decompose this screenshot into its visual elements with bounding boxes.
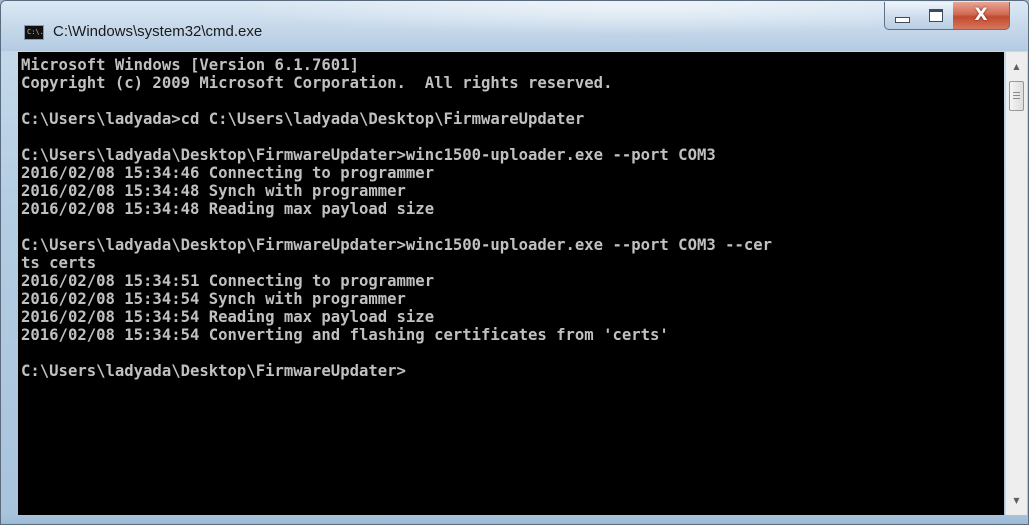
console-line: 2016/02/08 15:34:54 Reading max payload … <box>21 308 435 326</box>
console-line: ts certs <box>21 254 97 272</box>
scroll-down-arrow-icon[interactable]: ▼ <box>1006 492 1027 509</box>
console-line: 2016/02/08 15:34:51 Connecting to progra… <box>21 272 435 290</box>
vertical-scrollbar[interactable]: ▲ ▼ <box>1005 52 1027 515</box>
close-icon: X <box>974 5 988 25</box>
console-line: 2016/02/08 15:34:48 Synch with programme… <box>21 182 406 200</box>
console-line: 2016/02/08 15:34:46 Connecting to progra… <box>21 164 435 182</box>
console-line: 2016/02/08 15:34:54 Synch with programme… <box>21 290 406 308</box>
console-line: C:\Users\ladyada>cd C:\Users\ladyada\Des… <box>21 110 585 128</box>
scroll-up-arrow-icon[interactable]: ▲ <box>1006 58 1027 75</box>
maximize-button[interactable] <box>919 2 954 30</box>
close-button[interactable]: X <box>953 2 1010 30</box>
thumb-grip-line <box>1013 92 1020 93</box>
cmd-icon-text: C:\. <box>27 28 44 36</box>
console-line: C:\Users\ladyada\Desktop\FirmwareUpdater… <box>21 236 773 254</box>
scroll-thumb[interactable] <box>1009 81 1024 111</box>
maximize-icon <box>929 9 943 22</box>
thumb-grip-line <box>1013 95 1020 96</box>
minimize-button[interactable] <box>884 2 920 30</box>
title-bar[interactable]: C:\. C:\Windows\system32\cmd.exe X <box>1 1 1028 51</box>
console-line: 2016/02/08 15:34:54 Converting and flash… <box>21 326 669 344</box>
console-prompt-line: C:\Users\ladyada\Desktop\FirmwareUpdater… <box>21 362 406 380</box>
console-line: C:\Users\ladyada\Desktop\FirmwareUpdater… <box>21 146 716 164</box>
window-title: C:\Windows\system32\cmd.exe <box>53 23 263 40</box>
console-line: 2016/02/08 15:34:48 Reading max payload … <box>21 200 435 218</box>
console-line: Microsoft Windows [Version 6.1.7601] <box>21 56 359 74</box>
console-output[interactable]: Microsoft Windows [Version 6.1.7601] Cop… <box>18 52 1004 515</box>
cmd-icon[interactable]: C:\. <box>24 25 44 40</box>
cmd-window: C:\. C:\Windows\system32\cmd.exe X Micro… <box>0 0 1029 525</box>
minimize-icon <box>894 16 910 23</box>
window-bottom-border <box>1 515 1028 524</box>
console-line: Copyright (c) 2009 Microsoft Corporation… <box>21 74 613 92</box>
thumb-grip-line <box>1013 98 1020 99</box>
